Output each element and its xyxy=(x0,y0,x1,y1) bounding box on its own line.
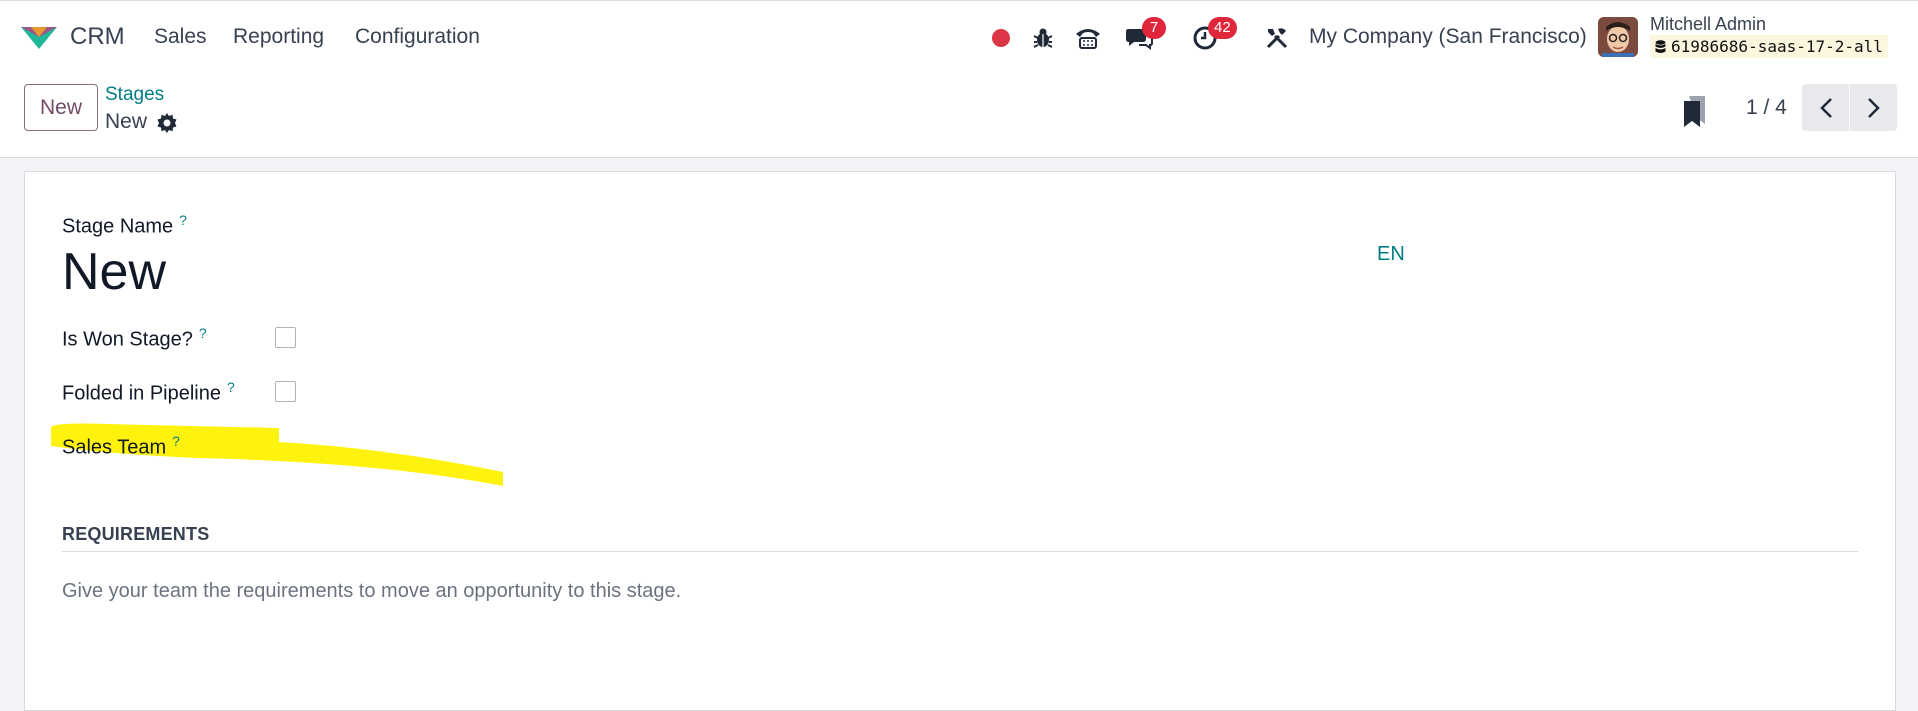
bookmark-icon[interactable] xyxy=(1680,94,1710,128)
menu-reporting[interactable]: Reporting xyxy=(233,25,324,49)
app-name[interactable]: CRM xyxy=(70,23,125,51)
bug-icon[interactable] xyxy=(1028,23,1058,53)
is-won-stage-checkbox[interactable] xyxy=(275,327,296,348)
pager-value[interactable]: 1 / 4 xyxy=(1746,96,1787,120)
tools-icon[interactable] xyxy=(1262,23,1292,53)
tooltip-mark[interactable]: ? xyxy=(199,325,207,341)
top-navbar: CRM Sales Reporting Configuration 7 42 M… xyxy=(0,0,1918,72)
activities-badge: 42 xyxy=(1208,17,1237,39)
is-won-stage-label: Is Won Stage?? xyxy=(62,325,207,351)
record-icon[interactable] xyxy=(986,23,1016,53)
language-button[interactable]: EN xyxy=(1377,243,1405,266)
requirements-field[interactable]: Give your team the requirements to move … xyxy=(62,580,681,603)
control-panel: New Stages New 1 / 4 xyxy=(0,72,1918,158)
menu-configuration[interactable]: Configuration xyxy=(355,25,480,49)
user-name[interactable]: Mitchell Admin xyxy=(1650,14,1766,35)
database-name: 61986686-saas-17-2-all xyxy=(1671,37,1883,56)
pager-previous-button[interactable] xyxy=(1802,84,1849,131)
database-tag: 61986686-saas-17-2-all xyxy=(1650,35,1888,58)
gear-icon[interactable] xyxy=(156,112,178,134)
breadcrumb-current: New xyxy=(105,110,148,133)
sales-team-label: Sales Team? xyxy=(62,433,180,459)
chevron-right-icon xyxy=(1867,97,1880,118)
phone-icon[interactable] xyxy=(1073,23,1103,53)
breadcrumb-stages[interactable]: Stages xyxy=(105,84,164,106)
section-divider xyxy=(62,551,1858,552)
new-record-button[interactable]: New xyxy=(24,84,98,131)
tooltip-mark[interactable]: ? xyxy=(179,212,187,228)
folded-in-pipeline-checkbox[interactable] xyxy=(275,381,296,402)
menu-sales[interactable]: Sales xyxy=(154,25,207,49)
chevron-left-icon xyxy=(1819,97,1832,118)
pager-next-button[interactable] xyxy=(1850,84,1897,131)
database-icon xyxy=(1655,39,1666,53)
messages-badge: 7 xyxy=(1142,17,1166,39)
folded-in-pipeline-label: Folded in Pipeline? xyxy=(62,379,235,405)
user-avatar[interactable] xyxy=(1598,17,1638,57)
tooltip-mark[interactable]: ? xyxy=(172,433,180,449)
stage-name-input[interactable]: New xyxy=(62,242,166,302)
company-switcher[interactable]: My Company (San Francisco) xyxy=(1309,25,1587,49)
crm-logo-icon[interactable] xyxy=(19,23,59,51)
tooltip-mark[interactable]: ? xyxy=(227,379,235,395)
requirements-section-title: REQUIREMENTS xyxy=(62,524,210,544)
form-sheet: Stage Name? New EN Is Won Stage?? Folded… xyxy=(24,171,1896,711)
stage-name-label: Stage Name? xyxy=(62,212,187,238)
